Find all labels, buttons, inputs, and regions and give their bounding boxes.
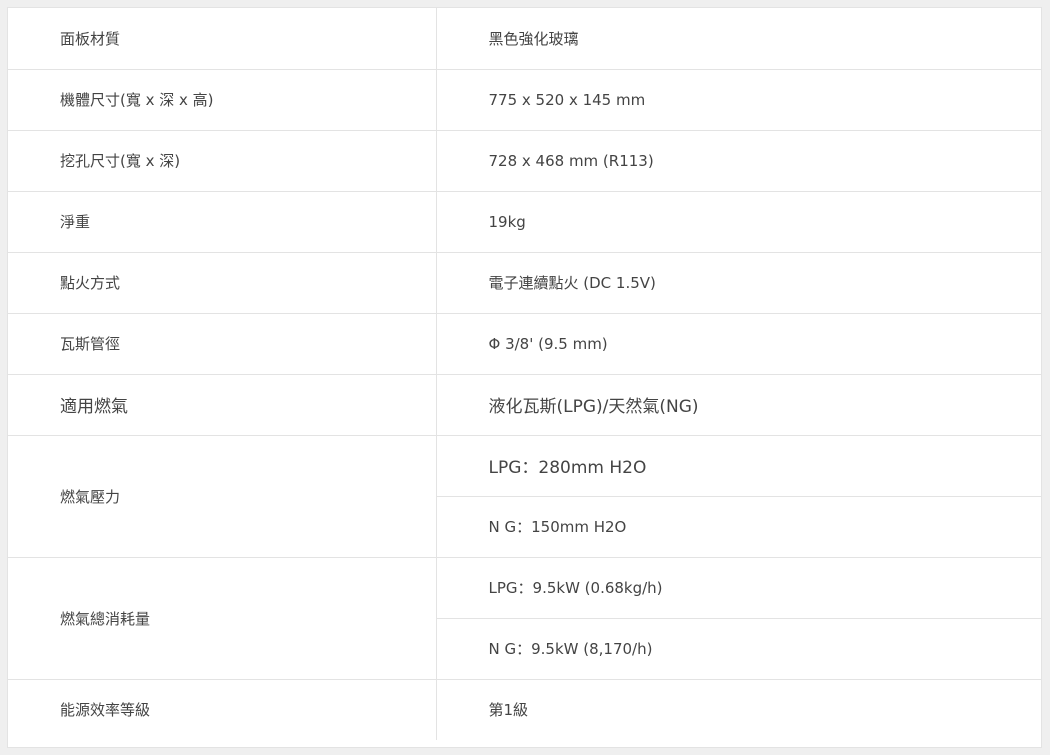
table-row: 能源效率等級 第1級 — [8, 679, 1041, 740]
spec-label-gas-pressure: 燃氣壓力 — [8, 435, 437, 558]
spec-label-gas-pipe: 瓦斯管徑 — [8, 313, 437, 375]
spec-value-panel-material: 黑色強化玻璃 — [436, 8, 1041, 70]
table-row: 瓦斯管徑 Φ 3/8' (9.5 mm) — [8, 313, 1041, 375]
spec-value-net-weight: 19kg — [436, 191, 1041, 253]
spec-value-gas-pressure-lpg: LPG：280mm H2O — [436, 435, 1041, 497]
spec-label-net-weight: 淨重 — [8, 191, 437, 253]
spec-value-body-dimensions: 775 x 520 x 145 mm — [436, 69, 1041, 131]
spec-label-gas-consumption: 燃氣總消耗量 — [8, 557, 437, 680]
spec-label-gas-type: 適用燃氣 — [8, 374, 437, 436]
spec-label-energy-efficiency: 能源效率等級 — [8, 679, 437, 740]
table-row: 燃氣壓力 LPG：280mm H2O — [8, 435, 1041, 558]
table-row: 挖孔尺寸(寬 x 深) 728 x 468 mm (R113) — [8, 130, 1041, 192]
spec-label-panel-material: 面板材質 — [8, 8, 437, 70]
table-row: 燃氣總消耗量 LPG：9.5kW (0.68kg/h) — [8, 557, 1041, 680]
spec-table: 面板材質 黑色強化玻璃 機體尺寸(寬 x 深 x 高) 775 x 520 x … — [8, 8, 1041, 740]
spec-label-ignition: 點火方式 — [8, 252, 437, 314]
spec-table-panel: 面板材質 黑色強化玻璃 機體尺寸(寬 x 深 x 高) 775 x 520 x … — [7, 7, 1042, 748]
spec-value-cutout-dimensions: 728 x 468 mm (R113) — [436, 130, 1041, 192]
spec-value-ignition: 電子連續點火 (DC 1.5V) — [436, 252, 1041, 314]
spec-label-cutout-dimensions: 挖孔尺寸(寬 x 深) — [8, 130, 437, 192]
table-row: 淨重 19kg — [8, 191, 1041, 253]
table-row: 適用燃氣 液化瓦斯(LPG)/天然氣(NG) — [8, 374, 1041, 436]
spec-value-gas-consumption-ng: N G：9.5kW (8,170/h) — [436, 618, 1041, 680]
table-row: 點火方式 電子連續點火 (DC 1.5V) — [8, 252, 1041, 314]
spec-label-body-dimensions: 機體尺寸(寬 x 深 x 高) — [8, 69, 437, 131]
spec-value-energy-efficiency: 第1級 — [488, 701, 529, 720]
spec-value-gas-pipe: Φ 3/8' (9.5 mm) — [436, 313, 1041, 375]
spec-value-gas-consumption-lpg: LPG：9.5kW (0.68kg/h) — [436, 557, 1041, 619]
spec-value-gas-type: 液化瓦斯(LPG)/天然氣(NG) — [436, 374, 1041, 436]
table-row: 機體尺寸(寬 x 深 x 高) 775 x 520 x 145 mm — [8, 69, 1041, 131]
spec-value-gas-pressure-ng: N G：150mm H2O — [436, 496, 1041, 558]
table-row: 面板材質 黑色強化玻璃 — [8, 8, 1041, 70]
